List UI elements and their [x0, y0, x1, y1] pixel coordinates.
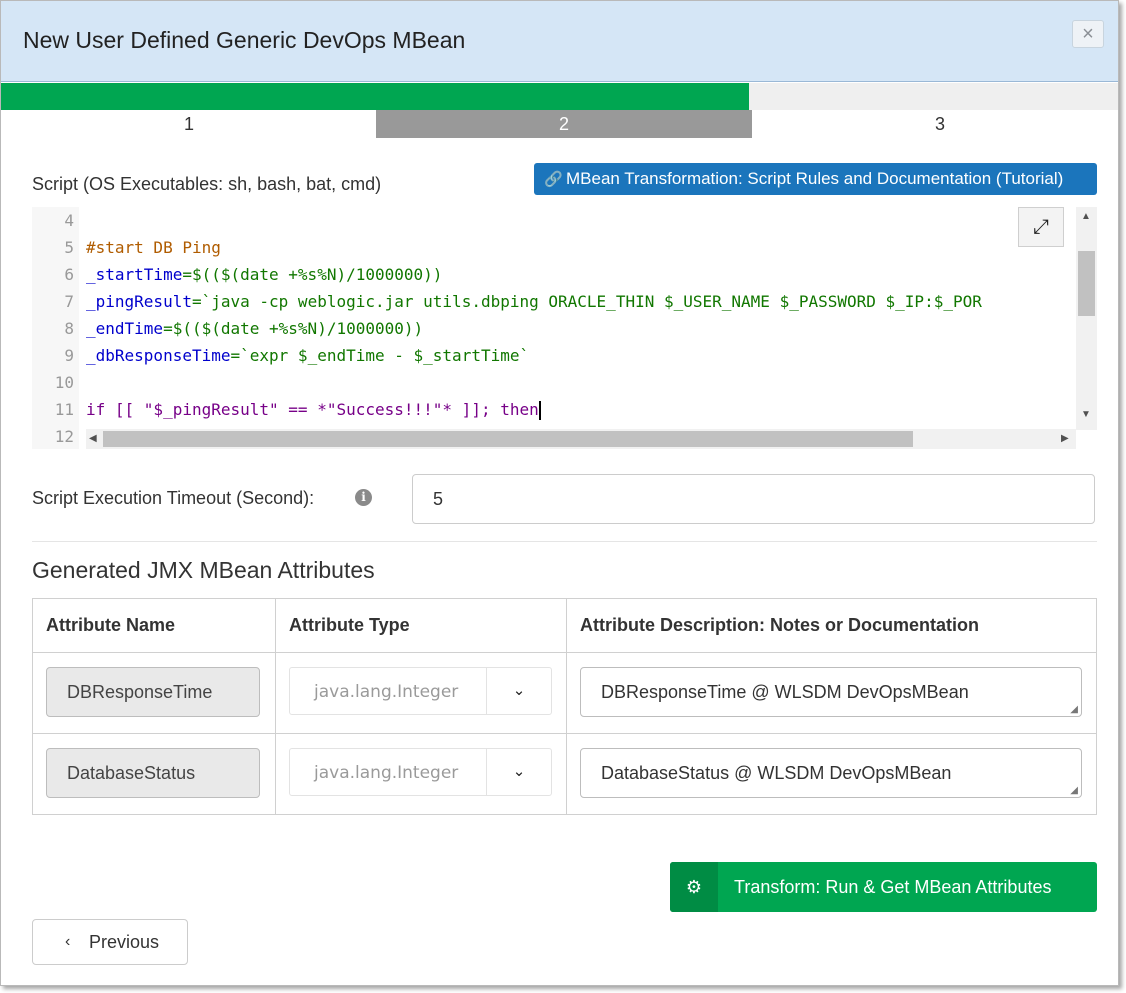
column-header: Attribute Type: [275, 598, 567, 653]
attribute-description-cell: DatabaseStatus @ WLSDM DevOpsMBean ◢: [566, 733, 1097, 815]
attribute-description-cell: DBResponseTime @ WLSDM DevOpsMBean ◢: [566, 652, 1097, 734]
transform-button[interactable]: ⚙ Transform: Run & Get MBean Attributes: [670, 862, 1097, 912]
attribute-name-field: DatabaseStatus: [46, 748, 260, 798]
close-icon: ×: [1082, 23, 1094, 45]
step-1[interactable]: 1: [1, 110, 377, 138]
line-number: 7: [64, 292, 74, 311]
devops-mbean-dialog: New User Defined Generic DevOps MBean × …: [0, 0, 1119, 986]
previous-button[interactable]: ‹ Previous: [32, 919, 188, 965]
scroll-down-icon[interactable]: ▼: [1081, 409, 1091, 420]
line-number: 10: [54, 373, 74, 392]
line-number: 12: [54, 427, 74, 446]
line-number: 4: [64, 211, 74, 230]
chevron-down-icon[interactable]: ⌄: [486, 749, 551, 795]
vertical-scrollbar[interactable]: ▲ ▼: [1076, 207, 1097, 430]
attribute-name-cell: DatabaseStatus: [32, 733, 276, 815]
info-icon[interactable]: i: [355, 489, 372, 506]
vertical-scroll-thumb[interactable]: [1078, 251, 1095, 316]
step-2[interactable]: 2: [376, 110, 752, 138]
code-line: _startTime=$(($(date +%s%N)/1000000)): [86, 265, 443, 284]
text-cursor: [538, 401, 541, 420]
close-button[interactable]: ×: [1072, 20, 1104, 48]
horizontal-scrollbar[interactable]: ◀ ▶: [86, 429, 1076, 449]
attribute-description-text: DatabaseStatus @ WLSDM DevOpsMBean: [601, 763, 952, 783]
attribute-type-value: java.lang.Integer: [314, 682, 459, 702]
line-number-gutter: 4 5 6 7 8 9 10 11 12: [32, 207, 79, 449]
attributes-table: Attribute Name Attribute Type Attribute …: [32, 598, 1097, 815]
tutorial-button-label: MBean Transformation: Script Rules and D…: [566, 169, 1064, 188]
code-line: #start DB Ping: [86, 238, 221, 257]
attribute-description-text: DBResponseTime @ WLSDM DevOpsMBean: [601, 682, 969, 702]
attribute-type-select[interactable]: java.lang.Integer ⌄: [289, 748, 552, 796]
resize-handle-icon[interactable]: ◢: [1070, 786, 1078, 796]
chevron-left-icon: ‹: [65, 933, 71, 950]
line-number: 5: [64, 238, 74, 257]
attribute-description-field[interactable]: DatabaseStatus @ WLSDM DevOpsMBean ◢: [580, 748, 1082, 798]
step-3[interactable]: 3: [752, 110, 1126, 138]
link-icon: 🔗: [544, 171, 563, 188]
attribute-type-cell: java.lang.Integer ⌄: [275, 652, 567, 734]
column-header: Attribute Description: Notes or Document…: [566, 598, 1097, 653]
previous-button-label: Previous: [89, 932, 160, 952]
scroll-left-icon[interactable]: ◀: [89, 433, 97, 444]
line-number: 6: [64, 265, 74, 284]
table-row: DatabaseStatus java.lang.Integer ⌄ Datab…: [32, 733, 1097, 815]
attribute-description-field[interactable]: DBResponseTime @ WLSDM DevOpsMBean ◢: [580, 667, 1082, 717]
wizard-steps: 1 2 3: [1, 110, 1118, 138]
resize-handle-icon[interactable]: ◢: [1070, 705, 1078, 715]
wizard-progress-bar: [1, 83, 1118, 110]
chevron-down-icon[interactable]: ⌄: [486, 668, 551, 714]
attribute-type-cell: java.lang.Integer ⌄: [275, 733, 567, 815]
line-number: 11: [54, 400, 74, 419]
script-editor[interactable]: 4 5 6 7 8 9 10 11 12 #start DB Ping _sta…: [32, 207, 1097, 449]
timeout-label: Script Execution Timeout (Second):: [32, 488, 315, 508]
scroll-up-icon[interactable]: ▲: [1081, 211, 1091, 222]
expand-icon: ⤢: [1033, 216, 1049, 238]
divider: [32, 541, 1097, 542]
dialog-title: New User Defined Generic DevOps MBean: [23, 27, 466, 53]
code-line: _endTime=$(($(date +%s%N)/1000000)): [86, 319, 424, 338]
timeout-input[interactable]: 5: [412, 474, 1095, 524]
gears-icon: ⚙: [670, 862, 718, 912]
scroll-right-icon[interactable]: ▶: [1061, 433, 1069, 444]
attribute-name-cell: DBResponseTime: [32, 652, 276, 734]
section-title: Generated JMX MBean Attributes: [32, 557, 375, 583]
attribute-name-field: DBResponseTime: [46, 667, 260, 717]
progress-fill: [1, 83, 750, 110]
line-number: 8: [64, 319, 74, 338]
horizontal-scroll-thumb[interactable]: [103, 431, 913, 447]
dialog-header: New User Defined Generic DevOps MBean ×: [1, 1, 1118, 82]
tutorial-button[interactable]: 🔗 MBean Transformation: Script Rules and …: [534, 163, 1097, 195]
code-line: if [[ "$_pingResult" == *"Success!!!"* ]…: [86, 400, 541, 420]
table-row: DBResponseTime java.lang.Integer ⌄ DBRes…: [32, 652, 1097, 734]
attribute-type-select[interactable]: java.lang.Integer ⌄: [289, 667, 552, 715]
table-header-row: Attribute Name Attribute Type Attribute …: [32, 598, 1097, 653]
code-line: _dbResponseTime=`expr $_endTime - $_star…: [86, 346, 530, 365]
line-number: 9: [64, 346, 74, 365]
code-line: _pingResult=`java -cp weblogic.jar utils…: [86, 292, 982, 311]
script-label: Script (OS Executables: sh, bash, bat, c…: [32, 174, 382, 194]
column-header: Attribute Name: [32, 598, 276, 653]
attribute-type-value: java.lang.Integer: [314, 763, 459, 783]
expand-button[interactable]: ⤢: [1018, 207, 1064, 247]
transform-button-label: Transform: Run & Get MBean Attributes: [734, 877, 1052, 897]
